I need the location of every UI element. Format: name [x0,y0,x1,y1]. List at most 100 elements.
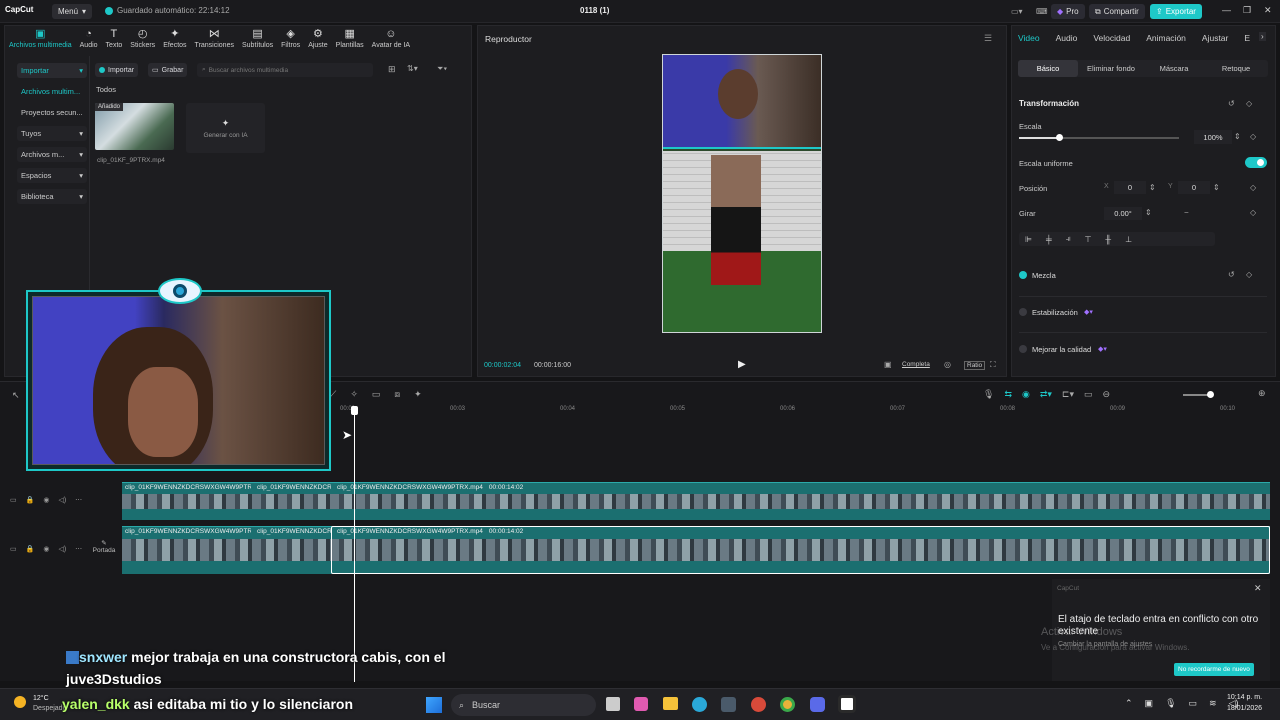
enhance-checkbox[interactable] [1019,345,1027,353]
subtab-basic[interactable]: Básico [1018,60,1078,77]
scale-slider[interactable] [1019,134,1179,141]
keyframe-icon[interactable]: ◇ [1250,183,1256,192]
caption-icon[interactable]: ▭ [1084,389,1093,400]
clock-time[interactable]: 10:14 p. m. [1227,694,1262,701]
wifi-icon[interactable]: ≋ [1209,698,1217,709]
sidebar-item-sub-projects[interactable]: Proyectos secun... [17,105,87,120]
reset-icon[interactable]: ↺ [1228,270,1235,279]
lock-icon[interactable]: 🔒 [26,496,35,504]
close-icon[interactable]: ✕ [1254,583,1262,594]
dont-remind-button[interactable]: No recordarme de nuevo [1174,663,1254,676]
export-button[interactable]: ⇪ Exportar [1150,4,1202,19]
stabilize-label[interactable]: Estabilización [1032,308,1078,317]
stepper-icon[interactable]: ⇕ [1149,183,1156,192]
more-icon[interactable]: ⋯ [75,496,82,504]
keyframe-icon[interactable]: ◇ [1246,99,1252,108]
taskbar-search[interactable]: ⌕ Buscar [451,694,596,716]
pro-button[interactable]: ◆ Pro [1051,4,1085,19]
import-button[interactable]: Importar [95,63,139,77]
chevron-up-icon[interactable]: ⌃ [1125,698,1133,709]
menu-button[interactable]: Menú ▾ [52,4,93,19]
minimize-icon[interactable]: — [1222,5,1231,15]
ai-cut-icon[interactable]: ✦ [414,389,422,400]
fullscreen-icon[interactable]: ⛶ [990,360,996,370]
tab-adjust[interactable]: ⚙ Ajuste [308,29,327,50]
reset-icon[interactable]: ↺ [1228,99,1235,108]
pos-x-input[interactable]: 0 [1114,181,1146,194]
zoom-in-icon[interactable]: ⊕ [1258,388,1266,399]
sidebar-item-files[interactable]: Archivos m... ▾ [17,147,87,162]
selected-clip[interactable] [331,526,1270,574]
filter-icon[interactable]: ⏷▾ [437,64,447,74]
volume-icon[interactable]: ◁) [58,545,66,553]
scale-slider-knob[interactable] [1056,134,1063,141]
ratio-button[interactable]: Ratio [964,361,986,370]
playhead-handle[interactable] [351,406,358,415]
tab-video[interactable]: Video [1018,33,1040,43]
tab-animation[interactable]: Animación [1146,33,1186,43]
file-explorer-icon[interactable] [663,697,678,710]
tab-stickers[interactable]: ◴ Stickers [130,29,155,50]
stepper-icon[interactable]: ⇕ [1234,132,1241,141]
freeze-icon[interactable]: ⧈ [394,389,400,400]
chrome-icon[interactable] [780,697,795,712]
tab-adjust-props[interactable]: Ajustar [1202,33,1228,43]
subtab-mask[interactable]: Máscara [1144,64,1204,73]
subtab-retouch[interactable]: Retoque [1204,64,1268,73]
cover-button[interactable]: ✎ Portada [91,539,117,561]
magic-icon[interactable]: ✧ [350,389,358,400]
rotate-input[interactable]: 0.00° [1104,207,1142,220]
media-thumbnail[interactable]: Añadido [95,103,174,150]
tray-app-icon[interactable]: ▣ [1145,698,1154,709]
task-view-icon[interactable] [606,697,620,711]
volume-icon[interactable]: ◁) [58,496,66,504]
align-bottom-icon[interactable]: ⊥ [1125,235,1132,244]
rotate-dial-icon[interactable]: − [1184,208,1189,217]
sidebar-item-spaces[interactable]: Espacios ▾ [17,168,87,183]
playhead[interactable] [351,406,358,682]
keyframe-icon[interactable]: ◇ [1250,208,1256,217]
lock-icon[interactable]: 🔒 [26,545,35,553]
keyboard-icon[interactable]: ⌨ [1030,4,1054,19]
tab-subtitles[interactable]: ▤ Subtítulos [242,29,273,50]
subtab-remove-bg[interactable]: Eliminar fondo [1078,64,1144,73]
preview-axis-icon[interactable]: ⊏▾ [1062,389,1074,400]
fit-icon[interactable]: ▣ [884,360,892,369]
tab-text[interactable]: T Texto [106,29,123,50]
keyframe-icon[interactable]: ◇ [1246,270,1252,279]
full-button[interactable]: Completa [902,361,930,368]
scale-value-input[interactable]: 100% [1194,130,1232,144]
stepper-icon[interactable]: ⇕ [1145,208,1152,217]
sidebar-item-import[interactable]: Importar ▾ [17,63,87,78]
edge-icon[interactable] [692,697,707,712]
sidebar-item-yours[interactable]: Tuyos ▾ [17,126,87,141]
tab-transitions[interactable]: ⋈ Transiciones [195,29,234,50]
stepper-icon[interactable]: ⇕ [1213,183,1220,192]
pos-y-input[interactable]: 0 [1178,181,1210,194]
store-icon[interactable] [721,697,736,712]
tab-speed[interactable]: Velocidad [1093,33,1130,43]
tab-audio[interactable]: ◔ Audio [80,29,98,50]
play-icon[interactable]: ▶ [738,359,746,370]
select-tool-icon[interactable]: ↖ [12,390,20,401]
crop-icon[interactable]: ▭ [372,389,381,400]
tab-audio-props[interactable]: Audio [1056,33,1078,43]
discord-icon[interactable] [810,697,825,712]
grid-view-icon[interactable]: ⊞ [388,64,396,75]
sidebar-item-media-files[interactable]: Archivos multim... [17,84,87,99]
video-track-1[interactable]: clip_01KF9WENNZKDCRSWXGW4W9PTRI clip_01K… [122,482,1270,520]
snap-icon[interactable]: ⇄▾ [1040,389,1052,400]
align-left-icon[interactable]: ⊫ [1025,235,1032,244]
mic-icon[interactable]: 🎙 [983,389,994,400]
align-middle-icon[interactable]: ╫ [1105,235,1111,244]
record-button[interactable]: ▭ Grabar [148,63,188,77]
align-right-icon[interactable]: ⫣ [1066,234,1071,244]
screenshot-icon[interactable]: ◎ [944,360,951,369]
player-menu-icon[interactable]: ☰ [984,33,992,44]
enhance-label[interactable]: Mejorar la calidad [1032,345,1091,354]
eye-icon[interactable]: ◉ [43,496,49,504]
copilot-icon[interactable] [634,697,648,711]
close-icon[interactable]: ✕ [1264,5,1272,16]
tab-ai-avatar[interactable]: ☺ Avatar de IA [372,29,410,50]
app-icon[interactable] [751,697,766,712]
